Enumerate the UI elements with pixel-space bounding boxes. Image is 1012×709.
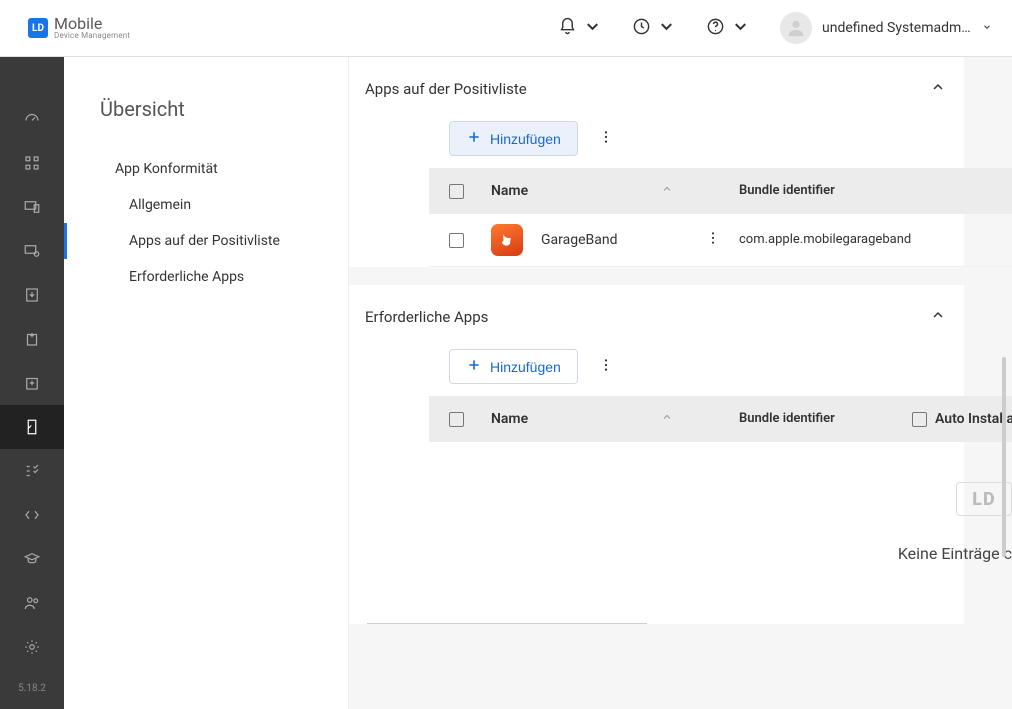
row-app-name: GarageBand xyxy=(541,232,618,248)
required-add-button[interactable]: Hinzufügen xyxy=(449,349,578,384)
help-menu[interactable] xyxy=(706,17,750,40)
allowlist-toolbar: Hinzufügen xyxy=(349,121,964,168)
rail-compliance[interactable] xyxy=(0,405,64,449)
chevron-down-icon xyxy=(731,17,750,40)
rail-settings[interactable] xyxy=(0,625,64,669)
sort-asc-icon xyxy=(661,183,673,199)
rail-users[interactable] xyxy=(0,581,64,625)
rail-export[interactable] xyxy=(0,317,64,361)
plus-icon xyxy=(466,129,482,148)
activity-menu[interactable] xyxy=(632,17,676,40)
divider xyxy=(367,623,647,624)
required-table-header: Name Bundle identifier Auto Installat xyxy=(429,396,1012,442)
row-more-menu[interactable] xyxy=(699,228,727,256)
allowlist-more-menu[interactable] xyxy=(592,123,620,155)
rail-code[interactable] xyxy=(0,493,64,537)
required-empty-state: LD Keine Einträge c xyxy=(349,442,964,603)
section-required-header[interactable]: Erforderliche Apps xyxy=(349,285,964,349)
row-checkbox[interactable] xyxy=(429,223,483,258)
required-table: Name Bundle identifier Auto Installat xyxy=(429,396,1012,442)
logo-main-text: Mobile xyxy=(54,16,130,32)
select-all-checkbox[interactable] xyxy=(429,174,483,209)
column-bundle[interactable]: Bundle identifier xyxy=(731,173,1012,210)
scrollbar[interactable] xyxy=(1002,357,1006,557)
auto-install-checkbox[interactable] xyxy=(912,412,927,427)
required-add-label: Hinzufügen xyxy=(490,359,561,375)
top-header: LD Mobile Device Management xyxy=(0,0,1012,57)
chevron-down-icon xyxy=(583,17,602,40)
main-content: Apps auf der Positivliste Hinzufügen Nam… xyxy=(349,57,1012,709)
version-label: 5.18.2 xyxy=(18,683,46,694)
nav-rail: 5.18.2 xyxy=(0,57,64,709)
rail-device-settings[interactable] xyxy=(0,229,64,273)
column-name[interactable]: Name xyxy=(483,173,691,209)
column-name[interactable]: Name xyxy=(483,401,691,437)
column-auto-install[interactable]: Auto Installat xyxy=(904,401,1012,437)
required-more-menu[interactable] xyxy=(592,351,620,383)
allowlist-add-label: Hinzufügen xyxy=(490,131,561,147)
sidebar-item-general[interactable]: Allgemein xyxy=(64,187,348,223)
column-bundle[interactable]: Bundle identifier xyxy=(731,401,904,438)
rail-devices[interactable] xyxy=(0,185,64,229)
section-allowlist: Apps auf der Positivliste Hinzufügen Nam… xyxy=(349,57,964,267)
rail-apps-grid[interactable] xyxy=(0,141,64,185)
rail-dashboard[interactable] xyxy=(0,97,64,141)
avatar-icon xyxy=(780,12,812,44)
chevron-down-icon xyxy=(982,20,992,36)
garageband-app-icon xyxy=(491,224,523,256)
rail-checklist[interactable] xyxy=(0,449,64,493)
rail-download[interactable] xyxy=(0,273,64,317)
sidebar-item-app-conformity[interactable]: App Konformität xyxy=(64,151,348,187)
chevron-down-icon xyxy=(657,17,676,40)
notifications-menu[interactable] xyxy=(558,17,602,40)
rail-education[interactable] xyxy=(0,537,64,581)
select-all-checkbox[interactable] xyxy=(429,402,483,437)
allowlist-table-row[interactable]: GarageBand com.apple.mobilegarageband xyxy=(429,214,1012,267)
user-menu[interactable]: undefined Systemadmi... xyxy=(780,12,992,44)
chevron-up-icon xyxy=(930,307,946,327)
sidebar-item-allowlist[interactable]: Apps auf der Positivliste xyxy=(64,223,348,259)
section-allowlist-title: Apps auf der Positivliste xyxy=(365,80,527,98)
column-auto-label: Auto Installat xyxy=(935,411,1012,427)
empty-text: Keine Einträge c xyxy=(898,544,1012,563)
bell-icon xyxy=(558,17,577,40)
user-name-label: undefined Systemadmi... xyxy=(822,20,972,36)
required-toolbar: Hinzufügen xyxy=(349,349,964,396)
logo-sub-text: Device Management xyxy=(54,32,130,40)
column-name-label: Name xyxy=(491,183,528,199)
side-panel-title: Übersicht xyxy=(64,97,348,151)
sort-asc-icon xyxy=(661,411,673,427)
help-icon xyxy=(706,17,725,40)
allowlist-add-button[interactable]: Hinzufügen xyxy=(449,121,578,156)
allowlist-table: Name Bundle identifier GarageBand xyxy=(429,168,1012,267)
section-required: Erforderliche Apps Hinzufügen Name Bundl… xyxy=(349,285,964,624)
side-panel: Übersicht App Konformität Allgemein Apps… xyxy=(64,57,349,709)
section-allowlist-header[interactable]: Apps auf der Positivliste xyxy=(349,57,964,121)
allowlist-table-header: Name Bundle identifier xyxy=(429,168,1012,214)
chevron-up-icon xyxy=(930,79,946,99)
product-logo[interactable]: LD Mobile Device Management xyxy=(28,16,130,40)
section-required-title: Erforderliche Apps xyxy=(365,308,488,326)
history-icon xyxy=(632,17,651,40)
logo-badge: LD xyxy=(28,18,48,38)
row-bundle-id: com.apple.mobilegarageband xyxy=(731,222,1012,259)
sidebar-item-required-apps[interactable]: Erforderliche Apps xyxy=(64,259,348,295)
column-name-label: Name xyxy=(491,411,528,427)
rail-import[interactable] xyxy=(0,361,64,405)
plus-icon xyxy=(466,357,482,376)
